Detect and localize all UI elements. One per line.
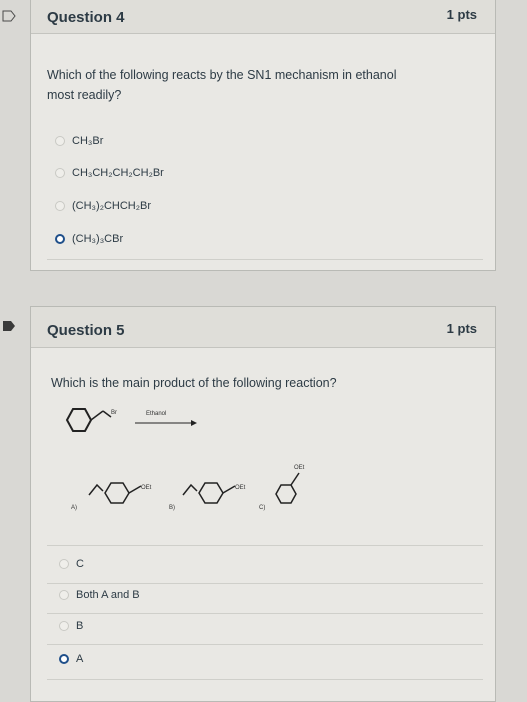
product-a-ring bbox=[104, 482, 130, 504]
choice-a-label: A) bbox=[71, 505, 77, 511]
question-4-option-4[interactable]: (CH₃)₃CBr bbox=[55, 233, 123, 245]
divider bbox=[47, 545, 483, 546]
question-4-option-2[interactable]: CH₃CH₂CH₂CH₂Br bbox=[55, 167, 164, 179]
question-4-title: Question 4 bbox=[47, 9, 125, 26]
radio-button[interactable] bbox=[55, 168, 65, 178]
radio-button-selected[interactable] bbox=[59, 654, 69, 664]
question-4-option-3[interactable]: (CH₃)₂CHCH₂Br bbox=[55, 200, 151, 212]
radio-button[interactable] bbox=[55, 136, 65, 146]
choice-b-label: B) bbox=[169, 505, 175, 511]
question-5-card: Question 5 1 pts Which is the main produ… bbox=[30, 306, 496, 702]
flag-question-4-icon[interactable] bbox=[2, 10, 16, 22]
divider bbox=[47, 613, 483, 614]
question-5-option-2[interactable]: Both A and B bbox=[59, 589, 140, 601]
radio-button[interactable] bbox=[59, 621, 69, 631]
choice-c-label: C) bbox=[259, 505, 265, 511]
product-c-ring bbox=[275, 484, 297, 504]
divider bbox=[47, 644, 483, 645]
product-b-ring bbox=[198, 482, 224, 504]
option-label: CH₃Br bbox=[72, 135, 104, 147]
question-4-option-1[interactable]: CH₃Br bbox=[55, 135, 103, 147]
option-label: CH₃CH₂CH₂CH₂Br bbox=[72, 167, 164, 179]
question-5-option-4[interactable]: A bbox=[59, 653, 83, 665]
question-4-points: 1 pts bbox=[446, 7, 477, 22]
question-4-header: Question 4 1 pts bbox=[31, 0, 495, 34]
option-label: B bbox=[76, 620, 84, 632]
question-5-header: Question 5 1 pts bbox=[31, 307, 495, 348]
option-label: A bbox=[76, 653, 84, 665]
option-label: Both A and B bbox=[76, 589, 140, 601]
divider bbox=[47, 259, 483, 260]
product-b-group: OEt bbox=[235, 485, 246, 491]
option-label: C bbox=[76, 558, 84, 570]
product-a-group: OEt bbox=[141, 485, 152, 491]
product-choices: A) OEt B) OEt C) OEt bbox=[71, 465, 305, 511]
product-c-group: OEt bbox=[294, 465, 305, 471]
leaving-group-label: Br bbox=[111, 410, 117, 416]
question-5-title: Question 5 bbox=[47, 322, 125, 339]
question-5-option-3[interactable]: B bbox=[59, 620, 83, 632]
divider bbox=[47, 583, 483, 584]
flag-question-5-icon[interactable] bbox=[2, 320, 16, 332]
option-label: (CH₃)₂CHCH₂Br bbox=[72, 200, 152, 212]
reagent-label: Ethanol bbox=[146, 411, 166, 417]
radio-button[interactable] bbox=[55, 201, 65, 211]
question-5-option-1[interactable]: C bbox=[59, 558, 84, 570]
question-5-prompt: Which is the main product of the followi… bbox=[51, 376, 337, 390]
radio-button[interactable] bbox=[59, 559, 69, 569]
question-4-card: Question 4 1 pts Which of the following … bbox=[30, 0, 496, 271]
question-4-prompt: Which of the following reacts by the SN1… bbox=[47, 68, 397, 102]
radio-button[interactable] bbox=[59, 590, 69, 600]
divider bbox=[47, 679, 483, 680]
radio-button-selected[interactable] bbox=[55, 234, 65, 244]
option-label: (CH₃)₃CBr bbox=[72, 233, 124, 245]
cyclohexane-ring bbox=[65, 408, 93, 432]
reaction-scheme: Br Ethanol bbox=[65, 408, 197, 432]
question-5-points: 1 pts bbox=[446, 321, 477, 336]
